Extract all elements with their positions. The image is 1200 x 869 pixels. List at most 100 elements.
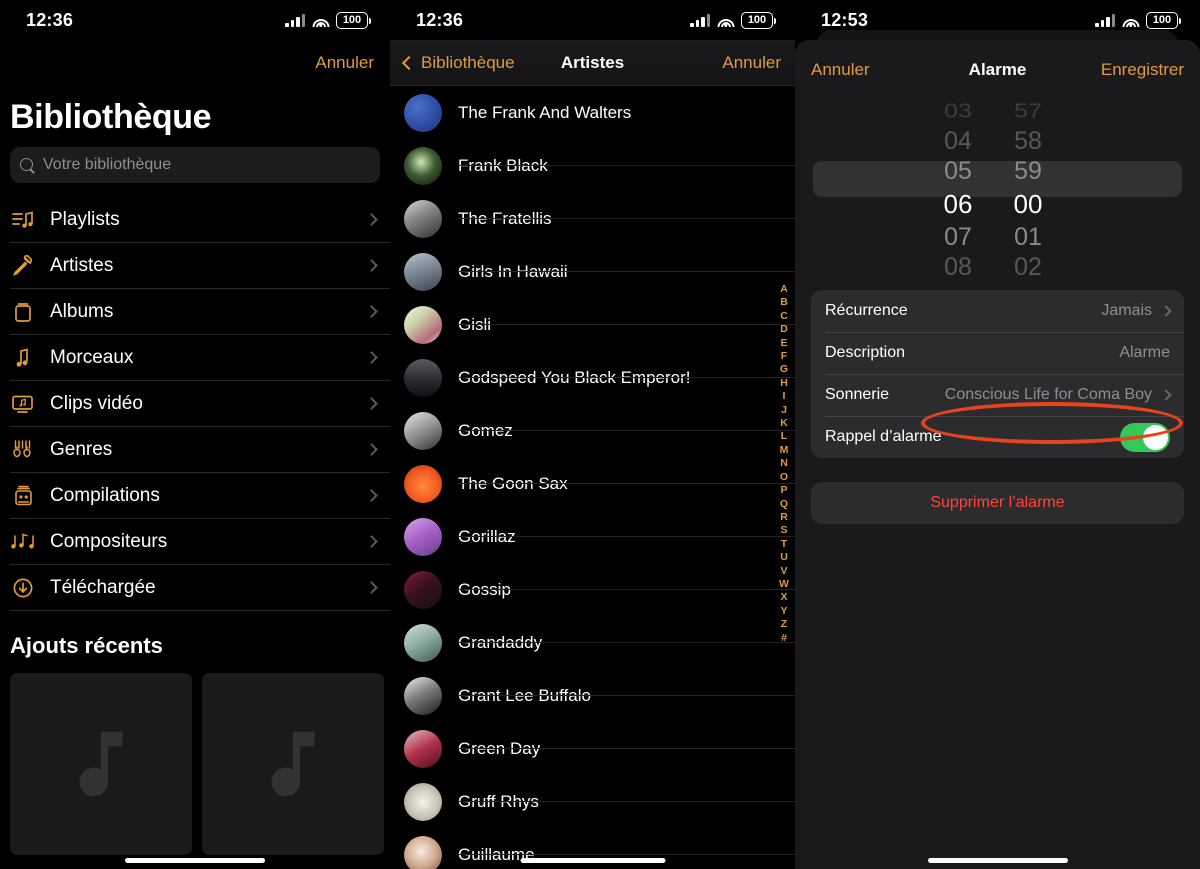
alpha-index-letter[interactable]: K: [780, 417, 788, 430]
alpha-index-letter[interactable]: L: [781, 430, 787, 443]
menu-item-genres[interactable]: Genres: [10, 427, 390, 473]
save-button-alarm[interactable]: Enregistrer: [1101, 60, 1184, 80]
artists-nav-bar: Bibliothèque Artistes Annuler: [390, 40, 795, 86]
cellular-signal-icon: [1095, 13, 1115, 27]
alpha-index-letter[interactable]: J: [781, 404, 787, 417]
minute-option-selected[interactable]: 00: [993, 186, 1063, 222]
menu-item-clips-video[interactable]: Clips vidéo: [10, 381, 390, 427]
minute-option[interactable]: 01: [993, 222, 1063, 252]
alpha-index-letter[interactable]: S: [780, 524, 787, 537]
alpha-index-letter[interactable]: E: [780, 337, 787, 350]
alpha-index-letter[interactable]: Z: [781, 618, 787, 631]
alphabet-index-scrubber[interactable]: A B C D E F G H I J K L M N O P Q R S T U V W X Y Z #: [776, 283, 792, 645]
time-picker[interactable]: 03 04 05 06 07 08 09 57 58 59 00 01 02 0…: [795, 96, 1200, 276]
alpha-index-letter[interactable]: B: [780, 296, 788, 309]
alpha-index-letter[interactable]: P: [780, 484, 787, 497]
hour-option[interactable]: 05: [923, 156, 993, 186]
artist-list-item[interactable]: The Fratellis: [390, 192, 795, 245]
artist-list-item[interactable]: The Goon Sax: [390, 457, 795, 510]
menu-item-playlists[interactable]: Playlists: [10, 197, 390, 243]
hour-option[interactable]: 03: [923, 99, 993, 123]
album-tile-placeholder[interactable]: [10, 673, 192, 855]
avatar-green-day: [404, 729, 442, 768]
menu-item-compositeurs[interactable]: Compositeurs: [10, 519, 390, 565]
playlist-music-icon: [10, 207, 36, 233]
alpha-index-letter[interactable]: D: [780, 323, 788, 336]
alpha-index-letter[interactable]: C: [780, 310, 788, 323]
cancel-button-middle[interactable]: Annuler: [722, 53, 781, 73]
minute-option[interactable]: 57: [993, 99, 1063, 123]
minute-option[interactable]: 02: [993, 252, 1063, 276]
delete-alarm-button[interactable]: Supprimer l’alarme: [811, 482, 1184, 524]
search-input-library[interactable]: Votre bibliothèque: [10, 147, 380, 183]
library-menu-list: Playlists Artistes Albums Morceaux Clips…: [0, 197, 390, 611]
menu-item-albums[interactable]: Albums: [10, 289, 390, 335]
artist-list-item[interactable]: Gomez: [390, 404, 795, 457]
artist-list-item[interactable]: The Frank And Walters: [390, 86, 795, 139]
alpha-index-letter[interactable]: W: [779, 578, 789, 591]
hour-option-selected[interactable]: 06: [923, 186, 993, 222]
status-indicators: 100: [1095, 11, 1181, 29]
menu-item-artistes[interactable]: Artistes: [10, 243, 390, 289]
avatar-guillaume: [404, 835, 442, 869]
alpha-index-letter[interactable]: T: [781, 538, 787, 551]
artist-list-item[interactable]: Green Day: [390, 722, 795, 775]
minute-wheel[interactable]: 57 58 59 00 01 02 03: [993, 96, 1063, 276]
list-divider: [458, 165, 795, 166]
avatar-the-fratellis: [404, 199, 442, 238]
menu-item-telechargee[interactable]: Téléchargée: [10, 565, 390, 611]
artist-list-item[interactable]: Gorillaz: [390, 510, 795, 563]
page-title-library: Bibliothèque: [10, 98, 212, 136]
alpha-index-letter[interactable]: A: [780, 283, 788, 296]
alpha-index-letter[interactable]: U: [780, 551, 788, 564]
minute-option[interactable]: 59: [993, 156, 1063, 186]
alpha-index-letter[interactable]: O: [780, 471, 788, 484]
cancel-button-alarm[interactable]: Annuler: [811, 60, 870, 80]
alpha-index-letter[interactable]: Y: [780, 605, 787, 618]
artist-list-item[interactable]: Gruff Rhys: [390, 775, 795, 828]
hour-option[interactable]: 07: [923, 222, 993, 252]
setting-row-description[interactable]: Description Alarme: [811, 332, 1184, 374]
artist-list-item[interactable]: Frank Black: [390, 139, 795, 192]
album-tile-placeholder[interactable]: [202, 673, 384, 855]
artist-list-item[interactable]: Gisli: [390, 298, 795, 351]
alpha-index-letter[interactable]: G: [780, 363, 788, 376]
menu-item-morceaux[interactable]: Morceaux: [10, 335, 390, 381]
hour-wheel[interactable]: 03 04 05 06 07 08 09: [923, 96, 993, 276]
alpha-index-letter[interactable]: F: [781, 350, 787, 363]
setting-row-sonnerie[interactable]: Sonnerie Conscious Life for Coma Boy: [811, 374, 1184, 416]
cancel-button-left[interactable]: Annuler: [315, 53, 374, 73]
minute-option[interactable]: 58: [993, 126, 1063, 156]
microphone-icon: [10, 253, 36, 279]
music-quarternote-icon: [10, 529, 36, 555]
setting-value: Conscious Life for Coma Boy: [944, 386, 1152, 403]
menu-item-label: Téléchargée: [50, 576, 156, 598]
hour-option[interactable]: 08: [923, 252, 993, 276]
alpha-index-letter[interactable]: M: [780, 444, 789, 457]
alpha-index-letter[interactable]: N: [780, 457, 788, 470]
alpha-index-letter[interactable]: R: [780, 511, 788, 524]
artist-list: The Frank And Walters Frank Black The Frat…: [390, 86, 795, 869]
artist-list-item[interactable]: Gossip: [390, 563, 795, 616]
artist-list-item[interactable]: Godspeed You Black Emperor!: [390, 351, 795, 404]
back-button-bibliotheque[interactable]: Bibliothèque: [401, 53, 515, 73]
alpha-index-letter[interactable]: Q: [780, 498, 788, 511]
menu-item-compilations[interactable]: Compilations: [10, 473, 390, 519]
avatar-godspeed-you-black-emperor: [404, 358, 442, 397]
setting-row-recurrence[interactable]: Récurrence Jamais: [811, 290, 1184, 332]
artist-list-item[interactable]: Grant Lee Buffalo: [390, 669, 795, 722]
snooze-toggle[interactable]: [1120, 422, 1170, 452]
status-indicators: 100: [690, 11, 776, 29]
artist-list-item[interactable]: Grandaddy: [390, 616, 795, 669]
avatar-gisli: [404, 305, 442, 344]
alpha-index-letter[interactable]: #: [781, 632, 787, 645]
alpha-index-letter[interactable]: I: [783, 390, 786, 403]
artist-list-item[interactable]: Girls In Hawaii: [390, 245, 795, 298]
alpha-index-letter[interactable]: X: [780, 591, 787, 604]
music-note-icon: [10, 345, 36, 371]
hour-option[interactable]: 04: [923, 126, 993, 156]
chevron-right-icon: [1160, 389, 1172, 401]
alpha-index-letter[interactable]: H: [780, 377, 788, 390]
setting-row-snooze[interactable]: Rappel d’alarme: [811, 416, 1184, 458]
alpha-index-letter[interactable]: V: [780, 565, 787, 578]
